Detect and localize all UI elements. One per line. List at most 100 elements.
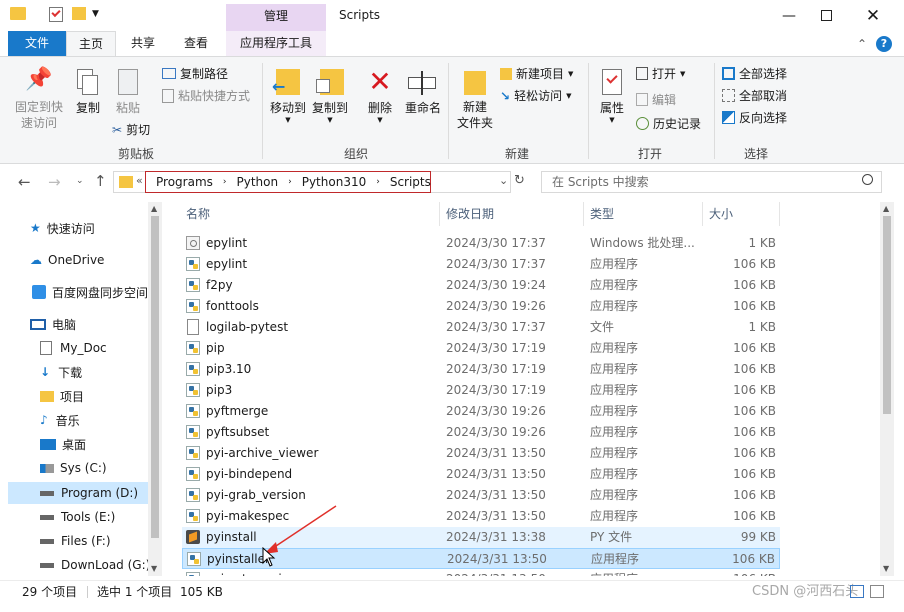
recent-dropdown-icon[interactable]: ⌄ <box>76 176 84 186</box>
history-button[interactable]: 历史记录 <box>636 115 701 132</box>
close-button[interactable]: ✕ <box>850 0 896 31</box>
nav-scrollbar[interactable]: ▲ ▼ <box>148 202 162 576</box>
nav-item-downloads[interactable]: ↓ 下载 <box>40 361 82 383</box>
new-folder-icon <box>454 67 496 99</box>
table-row[interactable]: logilab-pytest 2024/3/30 17:37 文件 1 KB <box>182 317 780 338</box>
file-size: 1 KB <box>748 236 776 250</box>
column-header-type[interactable]: 类型 <box>590 202 702 226</box>
nav-item-baidu-sync[interactable]: 百度网盘同步空间 <box>32 281 148 303</box>
file-name: epylint <box>206 236 248 250</box>
nav-item-computer[interactable]: 电脑 <box>30 313 76 335</box>
search-icon[interactable] <box>862 174 873 185</box>
new-item-button[interactable]: 新建项目 ▼ <box>500 65 573 82</box>
scroll-thumb[interactable] <box>151 216 159 538</box>
details-view-icon[interactable] <box>850 585 864 598</box>
search-input[interactable]: 在 Scripts 中搜索 <box>541 171 882 193</box>
select-none-button[interactable]: 全部取消 <box>722 87 787 104</box>
table-row[interactable]: pip3.10 2024/3/30 17:19 应用程序 106 KB <box>182 359 780 380</box>
invert-selection-button[interactable]: 反向选择 <box>722 109 787 126</box>
properties-button[interactable]: 属性 ▼ <box>594 67 630 124</box>
table-row[interactable]: pyftsubset 2024/3/30 19:26 应用程序 106 KB <box>182 422 780 443</box>
file-type: 应用程序 <box>590 404 639 418</box>
nav-item-tools-e[interactable]: Tools (E:) <box>40 506 115 528</box>
python-exe-icon <box>187 549 203 570</box>
tab-home[interactable]: 主页 <box>66 31 116 57</box>
file-size: 1 KB <box>748 320 776 334</box>
chevron-right-icon[interactable]: › <box>223 177 227 187</box>
back-arrow-icon[interactable]: ← <box>18 173 31 191</box>
properties-quick-icon[interactable] <box>49 7 63 22</box>
table-row[interactable]: epylint 2024/3/30 17:37 Windows 批处理... 1 KB <box>182 233 780 254</box>
table-row[interactable]: pip3 2024/3/30 17:19 应用程序 106 KB <box>182 380 780 401</box>
nav-item-quick-access[interactable]: ★ 快速访问 <box>30 217 95 239</box>
delete-button[interactable]: ✕ 删除 ▼ <box>362 67 398 125</box>
scroll-thumb[interactable] <box>883 216 891 414</box>
nav-item-my-doc[interactable]: My_Doc <box>40 337 107 359</box>
tab-app-tools[interactable]: 应用程序工具 <box>226 31 326 56</box>
nav-item-download-g[interactable]: DownLoad (G:) <box>40 554 150 576</box>
up-arrow-icon[interactable]: ↑ <box>94 172 107 190</box>
paste-shortcut-button[interactable]: 粘贴快捷方式 <box>162 87 250 104</box>
chevron-right-icon[interactable]: › <box>376 177 380 187</box>
overflow-chevron-icon[interactable]: « <box>136 174 143 187</box>
nav-item-sys-c[interactable]: Sys (C:) <box>40 457 107 479</box>
paste-button[interactable]: 粘贴 <box>110 67 146 116</box>
tab-share[interactable]: 共享 <box>118 31 168 56</box>
pin-quick-access-button[interactable]: 📌 固定到快 速访问 <box>10 67 68 131</box>
table-row[interactable]: fonttools 2024/3/30 19:26 应用程序 106 KB <box>182 296 780 317</box>
table-row[interactable]: pyi-bindepend 2024/3/31 13:50 应用程序 106 KB <box>182 464 780 485</box>
column-header-name[interactable]: 名称 <box>186 202 440 226</box>
select-all-button[interactable]: 全部选择 <box>722 65 787 82</box>
breadcrumb-item[interactable]: Python <box>237 175 279 189</box>
scroll-up-icon[interactable]: ▲ <box>151 204 157 213</box>
nav-item-desktop[interactable]: 桌面 <box>40 433 86 455</box>
easy-access-button[interactable]: ↘ 轻松访问 ▼ <box>500 87 571 104</box>
copy-button[interactable]: 复制 <box>70 67 106 116</box>
scroll-down-icon[interactable]: ▼ <box>151 564 157 573</box>
tab-file[interactable]: 文件 <box>8 31 66 56</box>
nav-item-music[interactable]: ♪ 音乐 <box>40 409 80 431</box>
scroll-up-icon[interactable]: ▲ <box>883 204 889 213</box>
breadcrumb-item[interactable]: Programs <box>156 175 213 189</box>
nav-item-program-d[interactable]: Program (D:) <box>8 482 148 504</box>
copy-path-button[interactable]: 复制路径 <box>162 65 228 82</box>
tab-view[interactable]: 查看 <box>170 31 222 56</box>
scroll-down-icon[interactable]: ▼ <box>883 564 889 573</box>
column-header-size[interactable]: 大小 <box>709 202 779 226</box>
table-row[interactable]: epylint 2024/3/30 17:37 应用程序 106 KB <box>182 254 780 275</box>
rename-button[interactable]: 重命名 <box>402 67 444 116</box>
table-row[interactable]: pyi-set_version 2024/3/31 13:50 应用程序 106 KB <box>182 569 780 576</box>
address-dropdown-icon[interactable]: ⌄ <box>499 174 508 187</box>
cut-button[interactable]: ✂ 剪切 <box>112 121 150 138</box>
table-row[interactable]: pip 2024/3/30 17:19 应用程序 106 KB <box>182 338 780 359</box>
table-row[interactable]: pyftmerge 2024/3/30 19:26 应用程序 106 KB <box>182 401 780 422</box>
help-icon[interactable]: ? <box>876 36 892 52</box>
refresh-icon[interactable]: ↻ <box>514 173 525 188</box>
nav-item-onedrive[interactable]: ☁ OneDrive <box>30 249 104 271</box>
forward-arrow-icon[interactable]: → <box>48 173 61 191</box>
breadcrumb-item[interactable]: Scripts <box>390 175 431 189</box>
table-row[interactable]: pyi-archive_viewer 2024/3/31 13:50 应用程序 106… <box>182 443 780 464</box>
new-folder-button[interactable]: 新建 文件夹 <box>454 67 496 131</box>
new-folder-quick-icon[interactable] <box>72 7 86 20</box>
move-to-button[interactable]: ← 移动到 ▼ <box>268 67 308 124</box>
python-exe-icon <box>186 359 202 380</box>
chevron-right-icon[interactable]: › <box>288 177 292 187</box>
edit-button[interactable]: 编辑 <box>636 91 676 108</box>
column-header-date[interactable]: 修改日期 <box>446 202 584 226</box>
table-row[interactable]: f2py 2024/3/30 19:24 应用程序 106 KB <box>182 275 780 296</box>
breadcrumb-item[interactable]: Python310 <box>302 175 367 189</box>
file-type: 应用程序 <box>590 509 639 523</box>
file-type: Windows 批处理... <box>590 236 695 250</box>
large-icons-view-icon[interactable] <box>870 585 884 598</box>
drive-icon <box>40 538 54 544</box>
chevron-up-icon[interactable]: ⌃ <box>857 37 867 51</box>
nav-item-projects[interactable]: 项目 <box>40 385 84 407</box>
copy-to-button[interactable]: 复制到 ▼ <box>310 67 350 124</box>
nav-item-files-f[interactable]: Files (F:) <box>40 530 111 552</box>
chevron-down-icon[interactable]: ▼ <box>92 9 99 19</box>
maximize-button[interactable] <box>803 0 849 31</box>
cloud-icon: ☁ <box>30 253 42 267</box>
file-list-scrollbar[interactable]: ▲ ▼ <box>880 202 894 576</box>
open-button[interactable]: 打开 ▼ <box>636 65 685 82</box>
